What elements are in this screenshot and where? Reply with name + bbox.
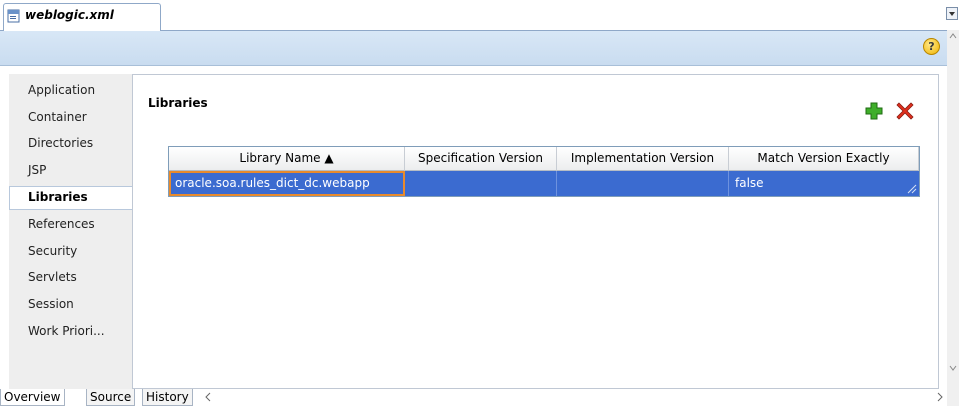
tab-title: weblogic.xml [25, 8, 114, 22]
help-icon[interactable]: ? [923, 38, 940, 55]
vertical-scrollbar[interactable] [947, 30, 959, 406]
sidebar-item-container[interactable]: Container [28, 110, 87, 124]
column-header-match-version-exactly[interactable]: Match Version Exactly [729, 147, 919, 171]
sidebar-item-jsp[interactable]: JSP [28, 163, 46, 177]
sidebar-item-references[interactable]: References [28, 217, 95, 231]
library-name-cell[interactable]: oracle.soa.rules_dict_dc.webapp [169, 171, 405, 196]
sidebar-item-application[interactable]: Application [28, 83, 95, 97]
delete-icon[interactable] [895, 101, 915, 121]
tab-history[interactable]: History [142, 389, 193, 406]
column-header-library-name[interactable]: Library Name ▲ [169, 147, 405, 171]
sidebar-item-directories[interactable]: Directories [28, 136, 93, 150]
add-icon[interactable] [864, 101, 884, 121]
sidebar-item-work-priority[interactable]: Work Priori... [28, 324, 105, 338]
tab-weblogic-xml[interactable]: weblogic.xml [3, 3, 161, 31]
chevron-down-icon [949, 12, 955, 16]
table-row[interactable]: oracle.soa.rules_dict_dc.webapp false [169, 171, 919, 196]
specification-version-cell[interactable] [405, 171, 557, 196]
sidebar-item-servlets[interactable]: Servlets [28, 270, 77, 284]
match-version-exactly-cell[interactable]: false [729, 171, 919, 196]
tab-overview[interactable]: Overview [0, 389, 65, 406]
horizontal-scrollbar[interactable] [204, 389, 944, 406]
sidebar-item-libraries[interactable]: Libraries [28, 190, 88, 204]
libraries-table: Library Name ▲ Specification Version Imp… [168, 146, 920, 197]
column-header-implementation-version[interactable]: Implementation Version [557, 147, 729, 171]
column-header-specification-version[interactable]: Specification Version [405, 147, 557, 171]
tab-source[interactable]: Source [86, 389, 136, 406]
header-band: ? [0, 31, 959, 66]
libraries-panel [132, 74, 939, 389]
implementation-version-cell[interactable] [557, 171, 729, 196]
sidebar-item-security[interactable]: Security [28, 244, 77, 258]
tab-list-dropdown-button[interactable] [946, 7, 958, 20]
resize-grip-icon[interactable] [907, 184, 917, 194]
xml-file-icon [7, 9, 20, 23]
section-title: Libraries [148, 96, 208, 110]
editor-tab-strip: weblogic.xml [0, 0, 959, 31]
sidebar-item-session[interactable]: Session [28, 297, 74, 311]
